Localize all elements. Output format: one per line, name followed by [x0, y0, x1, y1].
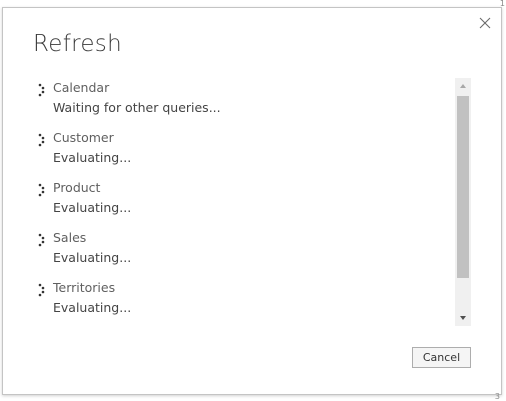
refresh-dialog: Refresh Calendar Waiting for other queri… [2, 7, 502, 395]
dialog-title: Refresh [33, 31, 122, 57]
scroll-thumb[interactable] [457, 96, 469, 278]
query-name: Customer [53, 130, 114, 145]
query-status: Evaluating... [53, 250, 132, 265]
query-status: Waiting for other queries... [53, 100, 221, 115]
loading-spinner-icon [38, 182, 46, 197]
loading-spinner-icon [38, 82, 46, 97]
query-status: Evaluating... [53, 150, 132, 165]
query-item-product: Product Evaluating... [33, 176, 453, 226]
scroll-down-arrow-icon[interactable] [455, 310, 471, 326]
vertical-scrollbar[interactable] [455, 78, 471, 326]
close-icon[interactable] [478, 15, 492, 29]
query-item-territories: Territories Evaluating... [33, 276, 453, 326]
screen: 1 Refresh Calendar Waiting for other que… [0, 0, 506, 401]
query-name: Calendar [53, 80, 110, 95]
query-name: Sales [53, 230, 87, 245]
loading-spinner-icon [38, 232, 46, 247]
query-name: Product [53, 180, 101, 195]
query-name: Territories [53, 280, 116, 295]
cancel-button[interactable]: Cancel [412, 347, 471, 368]
query-status: Evaluating... [53, 300, 132, 315]
edge-mark-bottom: 3 [494, 392, 500, 401]
query-item-customer: Customer Evaluating... [33, 126, 453, 176]
query-status: Evaluating... [53, 200, 132, 215]
scroll-up-arrow-icon[interactable] [455, 78, 471, 94]
query-list: Calendar Waiting for other queries... Cu… [33, 76, 453, 328]
query-item-sales: Sales Evaluating... [33, 226, 453, 276]
query-item-calendar: Calendar Waiting for other queries... [33, 76, 453, 126]
loading-spinner-icon [38, 282, 46, 297]
loading-spinner-icon [38, 132, 46, 147]
